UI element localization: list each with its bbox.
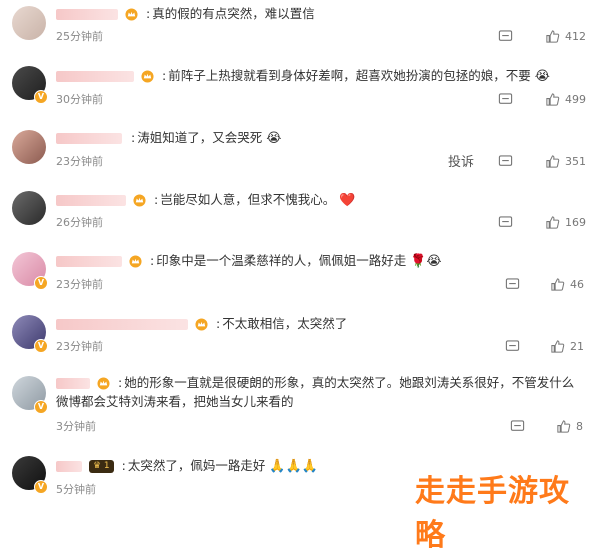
reply-button[interactable] <box>498 154 513 169</box>
verified-badge-icon: V <box>34 400 48 414</box>
like-count: 412 <box>565 30 586 43</box>
avatar[interactable] <box>12 6 46 40</box>
comment-icon <box>498 155 513 166</box>
comment-text: 涛姐知道了，又会哭死 <box>137 130 263 145</box>
comment-item: : 真的假的有点突然，难以置信 25分钟前 412 <box>0 0 594 60</box>
comment-icon <box>498 93 513 104</box>
like-button[interactable]: 169 <box>545 215 586 230</box>
comment-line: : 前阵子上热搜就看到身体好差啊，超喜欢她扮演的包拯的娘，不要 😭 <box>56 66 584 86</box>
report-button[interactable]: 投诉 <box>448 151 474 170</box>
username-blurred[interactable] <box>56 256 122 267</box>
crown-icon <box>195 318 208 331</box>
like-count: 351 <box>565 155 586 168</box>
like-count: 21 <box>570 340 584 353</box>
like-count: 46 <box>570 278 584 291</box>
comment-icon <box>505 340 520 351</box>
comment-line: : 不太敢相信，太突然了 <box>56 314 584 333</box>
comment-item: V : 印象中是一个温柔慈祥的人，佩佩姐一路好走 🌹😭 23分钟前 46 <box>0 246 594 308</box>
rose-crying-emoji-icon: 🌹😭 <box>410 254 442 269</box>
comment-text: 她的形象一直就是很硬朗的形象，真的太突然了。她跟刘涛关系很好，不管发什么微博都会… <box>56 375 575 409</box>
thumbs-up-icon <box>546 93 560 106</box>
watermark-text: 走走手游攻略 <box>415 474 570 553</box>
like-button[interactable]: 21 <box>550 339 584 354</box>
username-blurred[interactable] <box>56 9 118 20</box>
comment-time: 23分钟前 <box>56 340 103 353</box>
comment-text: 前阵子上热搜就看到身体好差啊，超喜欢她扮演的包拯的娘，不要 <box>168 68 531 83</box>
vip-level-number: 1 <box>103 461 110 471</box>
like-button[interactable]: 46 <box>550 277 584 292</box>
thumbs-up-icon <box>551 340 565 353</box>
username-blurred[interactable] <box>56 378 90 389</box>
verified-badge-icon: V <box>34 90 48 104</box>
comment-line: : 她的形象一直就是很硬朗的形象，真的太突然了。她跟刘涛关系很好，不管发什么微博都… <box>56 375 575 409</box>
like-button[interactable]: 8 <box>556 419 583 434</box>
avatar[interactable] <box>12 191 46 225</box>
comment-text: 太突然了，佩妈一路走好 <box>127 458 266 473</box>
crying-emoji-icon: 😭 <box>266 131 282 146</box>
username-blurred[interactable] <box>56 461 82 472</box>
thumbs-up-icon <box>551 278 565 291</box>
thumbs-up-icon <box>557 420 571 433</box>
comment-icon <box>510 420 525 431</box>
comment-text: 岂能尽如人意，但求不愧我心。 <box>160 192 336 207</box>
username-blurred[interactable] <box>56 71 134 82</box>
comment-time: 5分钟前 <box>56 483 96 496</box>
comment-time: 30分钟前 <box>56 93 103 106</box>
comment-line: : 真的假的有点突然，难以置信 <box>56 4 584 23</box>
verified-badge-icon: V <box>34 276 48 290</box>
like-count: 499 <box>565 93 586 106</box>
comment-time: 26分钟前 <box>56 216 103 229</box>
praying-hands-emoji-icon: 🙏🙏🙏 <box>269 459 318 474</box>
comment-item: V : 她的形象一直就是很硬朗的形象，真的太突然了。她跟刘涛关系很好，不管发什么微… <box>0 370 594 448</box>
heart-emoji-icon: ❤️ <box>339 193 356 208</box>
crown-icon <box>97 377 110 390</box>
reply-button[interactable] <box>505 277 520 292</box>
crown-icon <box>133 194 146 207</box>
comment-text: 真的假的有点突然，难以置信 <box>152 6 315 21</box>
comment-item: : 岂能尽如人意，但求不愧我心。 ❤️ 26分钟前 169 <box>0 184 594 246</box>
thumbs-up-icon <box>546 216 560 229</box>
reply-button[interactable] <box>498 29 513 44</box>
crown-icon <box>125 8 138 21</box>
comment-line: : 岂能尽如人意，但求不愧我心。 ❤️ <box>56 190 584 210</box>
comment-text: 不太敢相信，太突然了 <box>222 316 348 331</box>
like-button[interactable]: 351 <box>545 154 586 169</box>
reply-button[interactable] <box>498 92 513 107</box>
avatar[interactable] <box>12 130 46 164</box>
like-button[interactable]: 499 <box>545 92 586 107</box>
comment-item: V : 不太敢相信，太突然了 23分钟前 21 <box>0 308 594 370</box>
like-count: 169 <box>565 216 586 229</box>
comment-time: 23分钟前 <box>56 278 103 291</box>
comment-item: : 涛姐知道了，又会哭死 😭 23分钟前 投诉 351 <box>0 122 594 184</box>
reply-button[interactable] <box>498 215 513 230</box>
username-blurred[interactable] <box>56 195 126 206</box>
reply-button[interactable] <box>505 339 520 354</box>
comment-text: 印象中是一个温柔慈祥的人，佩佩姐一路好走 <box>156 253 407 268</box>
verified-badge-icon: V <box>34 480 48 494</box>
crown-icon <box>129 255 142 268</box>
comment-icon <box>505 278 520 289</box>
comment-icon <box>498 30 513 41</box>
comment-time: 23分钟前 <box>56 155 103 168</box>
reply-button[interactable] <box>510 419 525 434</box>
crying-emoji-icon: 😭 <box>534 69 550 84</box>
thumbs-up-icon <box>546 155 560 168</box>
username-blurred[interactable] <box>56 319 188 330</box>
comment-item: V : 前阵子上热搜就看到身体好差啊，超喜欢她扮演的包拯的娘，不要 😭 30分钟前… <box>0 60 594 122</box>
verified-badge-icon: V <box>34 339 48 353</box>
comment-line: : 印象中是一个温柔慈祥的人，佩佩姐一路好走 🌹😭 <box>56 251 584 271</box>
like-count: 8 <box>576 420 583 433</box>
username-blurred[interactable] <box>56 133 122 144</box>
vip-level-badge: ♛ 1 <box>88 460 114 473</box>
comment-icon <box>498 216 513 227</box>
comment-time: 25分钟前 <box>56 30 103 43</box>
crown-icon <box>141 70 154 83</box>
comment-line: : 涛姐知道了，又会哭死 😭 <box>56 128 584 148</box>
comment-time: 3分钟前 <box>56 420 96 433</box>
thumbs-up-icon <box>546 30 560 43</box>
like-button[interactable]: 412 <box>545 29 586 44</box>
